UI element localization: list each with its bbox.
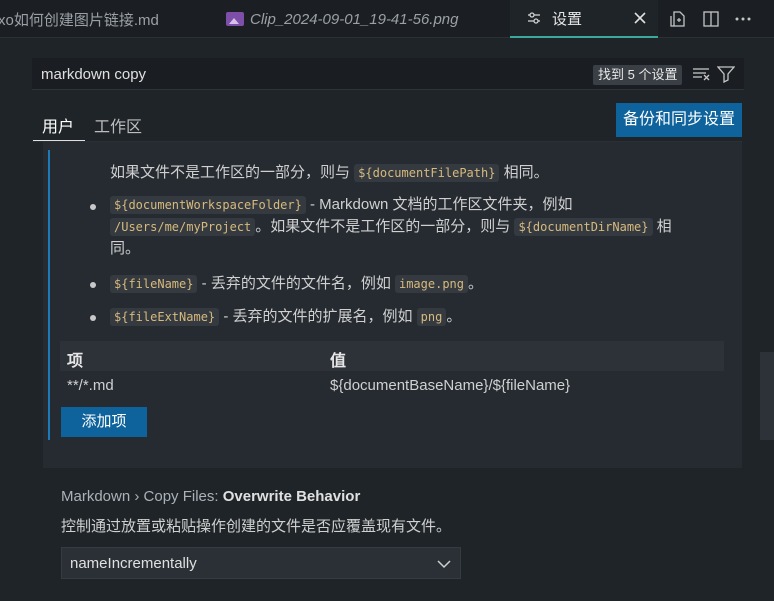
code-example-path: /Users/me/myProject [110, 218, 256, 236]
table-header [60, 341, 724, 371]
tab-label: 设置 [552, 10, 583, 28]
chevron-down-icon [437, 560, 451, 569]
tab-label: Clip_2024-09-01_19-41-56.png [250, 10, 459, 28]
editor-actions [668, 9, 688, 29]
more-icon [735, 17, 751, 21]
tab-markdown-file[interactable]: xo如何创建图片链接.md [0, 0, 210, 38]
code-png: png [416, 308, 447, 326]
text: 相同。 [499, 164, 549, 181]
text: - 丢弃的文件的扩展名，例如 [219, 308, 417, 325]
bullet [90, 282, 96, 288]
clear-filter-icon[interactable] [692, 66, 710, 82]
settings-icon [528, 12, 540, 24]
editor-actions-2 [701, 9, 721, 29]
more-actions-button[interactable] [733, 9, 753, 29]
code-document-dir-name: ${documentDirName} [514, 218, 653, 236]
tab-image-file[interactable]: Clip_2024-09-01_19-41-56.png [226, 0, 459, 38]
text: 。 [468, 275, 484, 292]
split-editor-icon [703, 11, 719, 27]
text: 相 [652, 218, 672, 235]
tab-workspace-settings[interactable]: 工作区 [94, 113, 142, 137]
code-document-file-path: ${documentFilePath} [354, 164, 500, 182]
filter-icon[interactable] [717, 65, 735, 83]
text: - 丢弃的文件的文件名，例如 [197, 275, 395, 292]
select-value: nameIncrementally [70, 555, 197, 572]
close-icon[interactable] [632, 10, 648, 26]
text: 同。 [110, 240, 141, 257]
setting-description-line: 如果文件不是工作区的一部分，则与 ${documentFilePath} 相同。 [110, 162, 549, 184]
open-changes-icon [670, 11, 685, 27]
code-image-png: image.png [394, 275, 469, 293]
overwrite-behavior-select[interactable]: nameIncrementally [61, 547, 461, 579]
bullet [90, 204, 96, 210]
settings-search-input[interactable]: markdown copy 找到 5 个设置 [32, 58, 744, 90]
tab-label: xo如何创建图片链接.md [0, 11, 159, 29]
column-header-value: 值 [330, 353, 347, 370]
scrollbar-thumb[interactable] [760, 352, 774, 440]
editor-actions-3 [733, 9, 753, 29]
text: 如果文件不是工作区的一部分，则与 [110, 164, 355, 181]
open-changes-button[interactable] [668, 9, 688, 29]
tab-settings[interactable]: 设置 [510, 0, 658, 38]
backup-sync-button[interactable]: 备份和同步设置 [616, 103, 742, 137]
table-cell-item[interactable]: **/*.md [67, 377, 114, 394]
bullet [90, 315, 96, 321]
editor-tab-bar: xo如何创建图片链接.md Clip_2024-09-01_19-41-56.p… [0, 0, 774, 38]
search-result-count-badge: 找到 5 个设置 [593, 65, 683, 85]
modified-indicator-bar [48, 150, 50, 440]
split-editor-button[interactable] [701, 9, 721, 29]
tab-user-settings[interactable]: 用户 [42, 113, 74, 137]
text: 。 [446, 308, 462, 325]
list-item-file-ext-name: ${fileExtName} - 丢弃的文件的扩展名，例如 png。 [110, 306, 461, 328]
code-workspace-folder: ${documentWorkspaceFolder} [110, 196, 306, 214]
text: 。如果文件不是工作区的一部分，则与 [255, 218, 515, 235]
column-header-item: 项 [67, 353, 84, 370]
code-file-name: ${fileName} [110, 275, 198, 293]
table-cell-value[interactable]: ${documentBaseName}/${fileName} [330, 377, 570, 394]
image-file-icon [226, 12, 244, 26]
code-file-ext-name: ${fileExtName} [110, 308, 220, 326]
list-item-workspace-folder: ${documentWorkspaceFolder} - Markdown 文档… [110, 194, 720, 260]
setting-title-overwrite-behavior: Markdown › Copy Files: Overwrite Behavio… [61, 488, 360, 505]
setting-category: Markdown › Copy Files: [61, 488, 223, 505]
search-value: markdown copy [41, 66, 147, 83]
setting-item-copy-files-destination [43, 142, 742, 468]
list-item-file-name: ${fileName} - 丢弃的文件的文件名，例如 image.png。 [110, 273, 483, 295]
add-item-button[interactable]: 添加项 [61, 407, 147, 437]
text: - Markdown 文档的工作区文件夹，例如 [305, 196, 573, 213]
setting-name: Overwrite Behavior [222, 488, 361, 505]
setting-description: 控制通过放置或粘贴操作创建的文件是否应覆盖现有文件。 [61, 518, 452, 535]
